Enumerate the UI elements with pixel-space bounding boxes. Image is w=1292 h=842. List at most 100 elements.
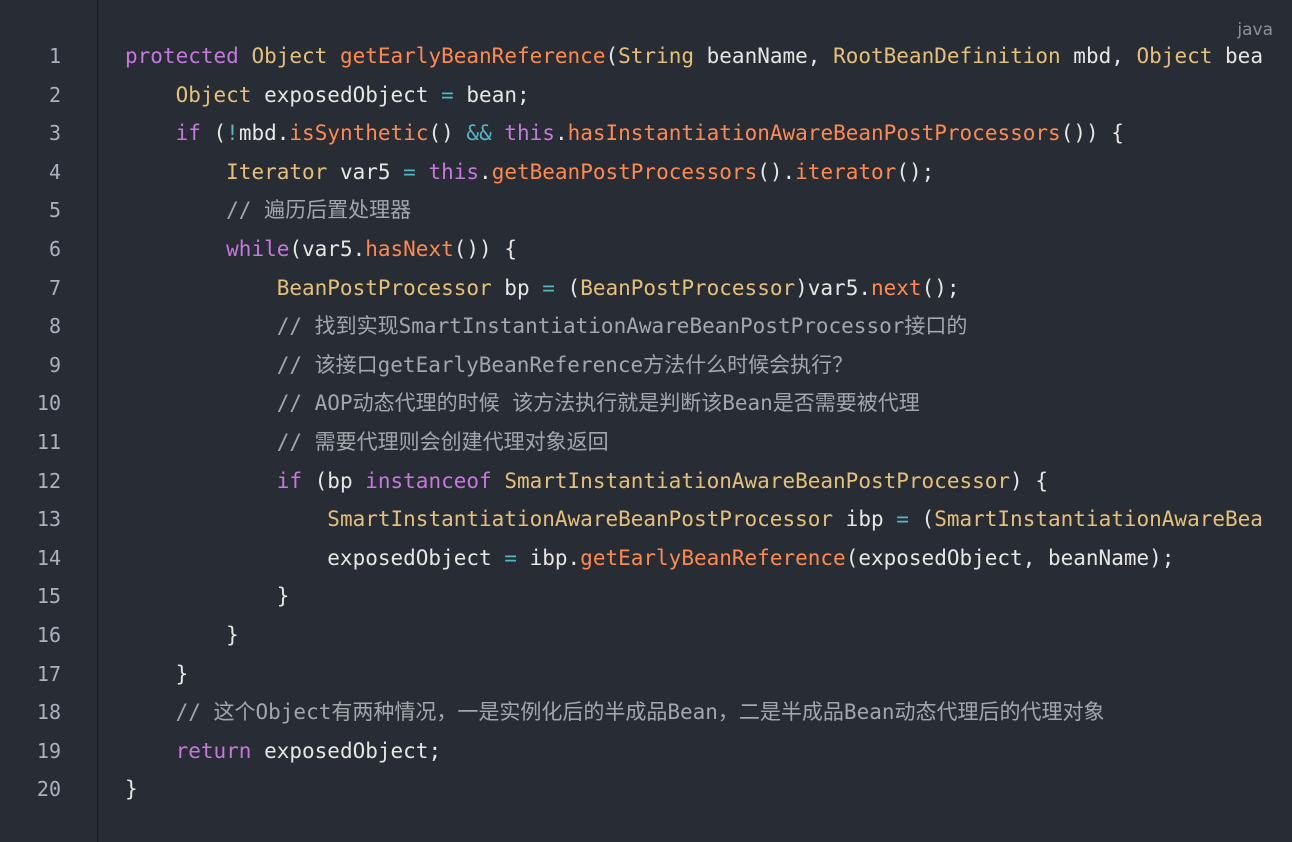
code-token: // 这个Object有两种情况，一是实例化后的半成品Bean，二是半成品Bea…: [175, 700, 1105, 725]
code-line: // 这个Object有两种情况，一是实例化后的半成品Bean，二是半成品Bea…: [125, 693, 1263, 732]
code-token: getEarlyBeanReference: [339, 44, 606, 68]
code-line: // 遍历后置处理器: [125, 191, 1263, 230]
code-token: SmartInstantiationAwareBeanPostProcessor: [504, 468, 1011, 493]
code-token: instanceof: [365, 468, 505, 493]
code-token: ibp: [845, 507, 897, 532]
code-token: // 该接口getEarlyBeanReference方法什么时候会执行？: [276, 352, 854, 377]
code-token: ()) {: [453, 236, 517, 261]
code-token: ) {: [1010, 468, 1048, 493]
code-line: // 该接口getEarlyBeanReference方法什么时候会执行？: [125, 346, 1263, 385]
code-token: ibp.: [529, 545, 581, 570]
line-number: 7: [48, 275, 61, 300]
line-number: 18: [36, 700, 61, 725]
code-token: Object: [175, 82, 265, 107]
code-line: SmartInstantiationAwareBeanPostProcessor…: [125, 500, 1263, 539]
code-token: ()) {: [1060, 121, 1124, 146]
code-token: hasNext: [365, 236, 454, 261]
code-line: }: [125, 616, 1263, 655]
code-token: // 需要代理则会创建代理对象返回: [276, 429, 609, 454]
code-token: !: [226, 121, 239, 146]
code-line: // 需要代理则会创建代理对象返回: [125, 423, 1263, 462]
code-token: Object: [1136, 44, 1226, 68]
code-token: SmartInstantiationAwareBea: [934, 507, 1263, 532]
code-token: .: [554, 121, 568, 146]
line-number: 14: [36, 545, 61, 570]
code-token: RootBeanDefinition: [833, 44, 1074, 68]
code-token: iterator: [795, 159, 897, 184]
code-token: (: [605, 44, 619, 68]
code-token: if: [175, 121, 214, 146]
line-number: 12: [36, 468, 61, 493]
code-line: // 找到实现SmartInstantiationAwareBeanPostPr…: [125, 307, 1263, 346]
code-token: this: [428, 159, 480, 184]
line-number: 2: [48, 82, 61, 107]
code-token: }: [125, 584, 290, 609]
code-line: while(var5.hasNext()) {: [125, 230, 1263, 269]
line-number: 15: [36, 584, 61, 609]
code-token: }: [125, 622, 239, 647]
code-line: }: [125, 770, 1263, 809]
line-number: 19: [36, 738, 61, 763]
code-token: =: [504, 545, 530, 570]
code-token: bean;: [466, 82, 530, 107]
code-token: (: [921, 507, 935, 532]
code-line: BeanPostProcessor bp = (BeanPostProcesso…: [125, 269, 1263, 308]
code-token: Iterator: [226, 159, 340, 184]
line-number: 8: [48, 314, 61, 339]
code-token: beanName,: [706, 44, 834, 68]
code-token: (): [428, 121, 467, 146]
line-number: 10: [36, 391, 61, 416]
code-token: String: [618, 44, 707, 68]
code-token: if: [276, 468, 315, 493]
code-line: Object exposedObject = bean;: [125, 76, 1263, 115]
code-content[interactable]: protected Object getEarlyBeanReference(S…: [125, 37, 1263, 809]
line-number: 13: [36, 507, 61, 532]
code-token: exposedObject: [125, 545, 505, 570]
code-token: (bp: [314, 468, 366, 493]
code-token: (var5.: [289, 236, 366, 261]
code-token: BeanPostProcessor: [580, 275, 796, 300]
code-token: .: [479, 159, 492, 184]
line-number: 11: [36, 430, 61, 454]
code-token: // 遍历后置处理器: [226, 198, 412, 223]
line-number: 1: [48, 44, 61, 68]
line-number: 20: [36, 777, 61, 802]
code-token: exposedObject: [264, 82, 442, 107]
code-token: )var5.: [795, 275, 871, 300]
code-token: return: [175, 738, 265, 763]
code-token: =: [542, 275, 568, 300]
code-token: BeanPostProcessor: [276, 275, 505, 300]
code-line: if (bp instanceof SmartInstantiationAwar…: [125, 462, 1263, 501]
line-number: 17: [36, 661, 61, 686]
code-token: mbd.: [238, 121, 290, 146]
code-token: protected: [125, 44, 252, 68]
code-token: // 找到实现SmartInstantiationAwareBeanPostPr…: [276, 314, 968, 339]
code-line: protected Object getEarlyBeanReference(S…: [125, 37, 1263, 76]
code-token: &&: [466, 121, 505, 146]
code-token: ();: [921, 275, 960, 300]
line-number: 6: [48, 237, 61, 261]
code-token: getBeanPostProcessors: [491, 159, 758, 184]
code-token: (: [213, 121, 227, 146]
code-token: SmartInstantiationAwareBeanPostProcessor: [327, 507, 846, 532]
code-token: while: [226, 236, 290, 261]
line-number: 16: [36, 623, 61, 647]
line-number: 4: [48, 159, 61, 184]
code-token: =: [896, 507, 922, 532]
code-token: // AOP动态代理的时候 该方法执行就是判断该Bean是否需要被代理: [276, 391, 920, 416]
line-number: 9: [48, 352, 61, 377]
code-line: return exposedObject;: [125, 732, 1263, 771]
code-token: }: [125, 661, 189, 686]
code-token: hasInstantiationAwareBeanPostProcessors: [567, 121, 1061, 146]
code-token: Object: [251, 44, 340, 68]
